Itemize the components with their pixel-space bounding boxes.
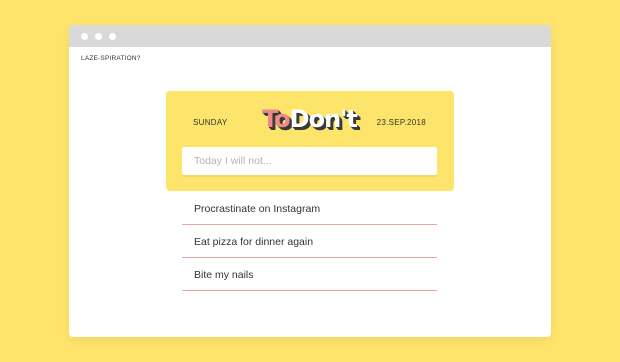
list-item-label: Eat pizza for dinner again [194,235,314,248]
logo-to-text: To [262,105,291,133]
page-label: LAZE-SPIRATION? [81,55,141,62]
todont-logo: ToDon't [262,102,358,136]
browser-window: LAZE-SPIRATION? SUNDAY ToDon't 23.SEP.20… [69,25,551,337]
window-minimize-dot[interactable] [95,33,102,40]
list-item[interactable]: Bite my nails [182,259,437,291]
todont-list: Procrastinate on Instagram Eat pizza for… [182,193,437,291]
date-label: 23.SEP.2018 [376,118,426,127]
window-close-dot[interactable] [81,33,88,40]
list-item[interactable]: Procrastinate on Instagram [182,193,437,225]
new-item-field[interactable] [182,147,437,175]
day-label: SUNDAY [193,118,228,127]
window-titlebar [69,25,551,47]
list-item-label: Procrastinate on Instagram [194,202,321,215]
list-item[interactable]: Eat pizza for dinner again [182,226,437,258]
todont-header-card: SUNDAY ToDon't 23.SEP.2018 [166,91,454,191]
window-maximize-dot[interactable] [109,33,116,40]
new-item-input[interactable] [182,147,437,175]
logo-dont-text: Don't [289,105,358,133]
list-item-label: Bite my nails [194,268,254,281]
